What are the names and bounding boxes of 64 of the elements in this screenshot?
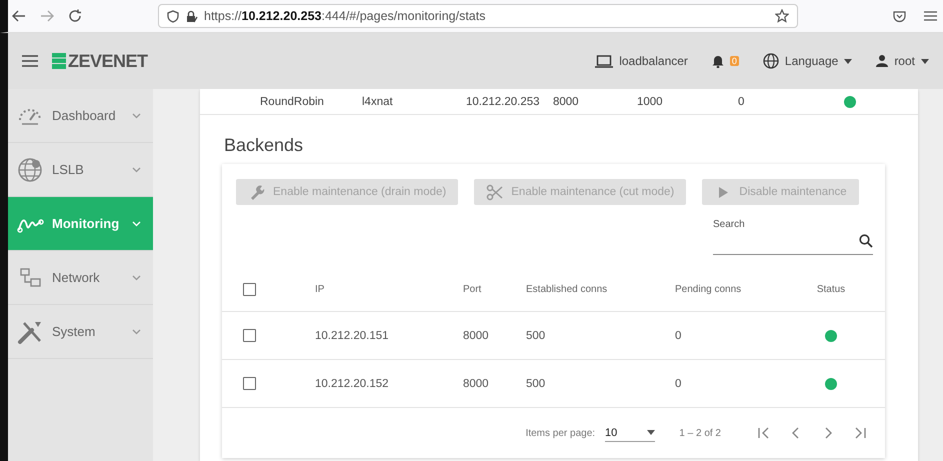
caret-icon <box>921 58 929 64</box>
back-icon[interactable] <box>12 9 26 23</box>
search-field[interactable]: Search <box>713 219 873 255</box>
table-cell-text: 10.212.20.152 <box>315 378 390 390</box>
checkbox[interactable] <box>243 329 256 342</box>
person-icon <box>876 55 888 67</box>
star-icon[interactable] <box>775 9 789 23</box>
host-name: loadbalancer <box>619 54 688 68</box>
column-header: Established conns <box>526 284 608 294</box>
first-page-icon <box>757 426 771 440</box>
language-menu[interactable]: Language <box>762 53 852 69</box>
server-stack-icon <box>52 53 66 69</box>
table-cell-text: 0 <box>675 378 682 390</box>
section-title: Backends <box>223 134 304 157</box>
user-menu[interactable]: root <box>876 54 929 68</box>
table-cell-text: 0 <box>675 330 682 342</box>
address-bar[interactable]: https://10.212.20.253:444/#/pages/monitoring/stats <box>158 4 798 28</box>
table-cell-text: l4xnat <box>362 96 394 108</box>
url-text: https://10.212.20.253:444/#/pages/monitoring/stats <box>204 9 486 23</box>
globe-icon <box>762 53 779 69</box>
chevron-down-icon <box>132 112 141 118</box>
table-cell-text: 0 <box>738 96 746 108</box>
laptop-icon <box>595 54 614 68</box>
items-per-page-select[interactable]: 10 <box>605 424 656 442</box>
chevron-down-icon <box>132 328 141 334</box>
sidebar-item[interactable]: System <box>8 305 153 359</box>
items-per-page-label: Items per page: <box>526 428 596 438</box>
checkbox[interactable] <box>243 377 256 390</box>
table-cell-text: 8000 <box>463 378 490 390</box>
table-cell-text: 8000 <box>463 330 490 342</box>
sidebar-item[interactable]: Dashboard <box>8 89 153 143</box>
caret-icon <box>647 430 656 435</box>
reload-icon[interactable] <box>68 9 82 23</box>
table-cell-text: 500 <box>526 378 546 390</box>
table-cell-text: 10.212.20.151 <box>315 330 390 342</box>
sidebar-item[interactable]: Network <box>8 251 153 305</box>
logo-text: ZEVENET <box>68 50 148 72</box>
globe-icon <box>16 156 44 184</box>
menu-icon[interactable] <box>22 55 38 67</box>
column-header: Status <box>816 284 846 294</box>
table-cell-text: 1000 <box>637 96 664 108</box>
sidebar-item[interactable]: Monitoring <box>8 197 153 251</box>
last-page-icon <box>853 426 867 440</box>
shield-icon <box>167 10 179 22</box>
lock-icon <box>185 10 198 22</box>
table-cell-text: RoundRobin <box>260 96 325 108</box>
table-cell-text: 10.212.20.253 <box>466 96 541 108</box>
chevron-down-icon <box>132 166 141 172</box>
scissors-icon <box>486 184 504 200</box>
bell-icon[interactable] <box>712 54 724 68</box>
column-header: Port <box>463 284 482 294</box>
column-header: IP <box>315 284 326 294</box>
table-cell-text: 500 <box>526 330 546 342</box>
page-range: 1 – 2 of 2 <box>679 428 721 438</box>
checkbox[interactable] <box>243 282 256 296</box>
caret-icon <box>844 58 852 64</box>
pocket-icon[interactable] <box>893 10 906 22</box>
table-cell-text: 8000 <box>553 96 580 108</box>
chevron-down-icon <box>132 274 141 280</box>
search-icon <box>859 234 873 248</box>
column-header: Pending conns <box>675 284 742 294</box>
chevron-down-icon <box>132 220 141 226</box>
notification-count: 0 <box>730 56 739 66</box>
menu-icon[interactable] <box>924 10 937 22</box>
